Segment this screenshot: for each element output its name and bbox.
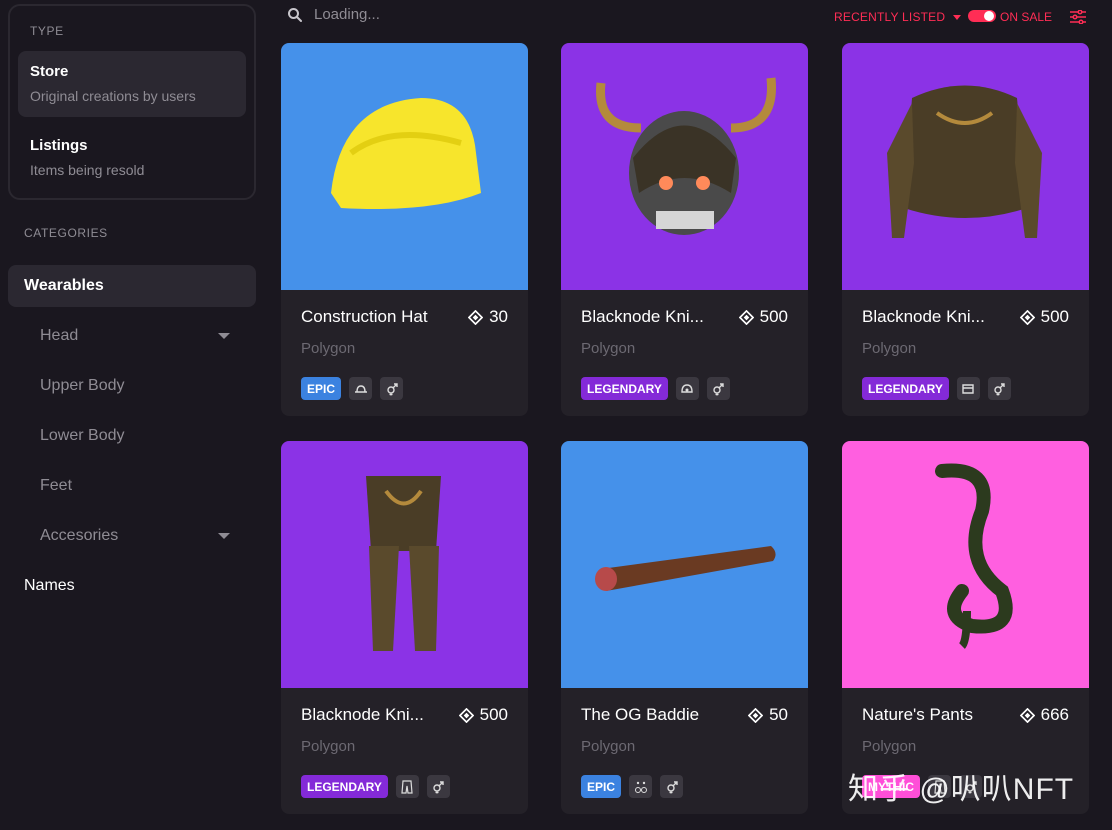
type-option-description: Items being resold — [30, 162, 145, 178]
category-lower-body[interactable]: Lower Body — [8, 415, 256, 457]
item-card[interactable]: Blacknode Kni... 500 Polygon LEGENDARY — [281, 441, 528, 814]
category-label: Accesories — [40, 527, 119, 544]
rarity-badge: EPIC — [581, 775, 622, 798]
item-name: Blacknode Kni... — [301, 705, 424, 724]
rarity-badge: LEGENDARY — [581, 377, 668, 400]
mana-icon — [738, 309, 754, 325]
mana-icon — [748, 707, 764, 723]
item-card[interactable]: Nature's Pants 666 Polygon MYTHIC — [842, 441, 1089, 814]
type-filter-box: TYPE Store Original creations by users L… — [8, 4, 256, 200]
item-price-value: 666 — [1040, 705, 1069, 724]
toggle-knob — [984, 11, 994, 21]
item-network: Polygon — [862, 340, 917, 357]
item-price-value: 500 — [759, 307, 788, 326]
item-price-value: 30 — [489, 307, 508, 326]
category-names[interactable]: Names — [8, 565, 256, 607]
lower-body-icon — [395, 775, 419, 798]
categories-section-title: CATEGORIES — [24, 226, 108, 240]
item-price: 500 — [738, 307, 788, 327]
earring-icon — [629, 775, 653, 798]
unisex-icon — [380, 377, 404, 400]
type-option-label: Store — [30, 63, 69, 80]
upper-body-icon — [956, 377, 980, 400]
rarity-badge: EPIC — [301, 377, 342, 400]
item-thumbnail — [842, 441, 1089, 688]
item-name: Blacknode Kni... — [862, 307, 985, 326]
category-wearables[interactable]: Wearables — [8, 265, 256, 307]
chevron-down-icon[interactable] — [218, 333, 230, 339]
type-option-listings[interactable]: Listings Items being resold — [18, 125, 246, 191]
hat-icon — [349, 377, 373, 400]
item-thumbnail — [561, 441, 808, 688]
item-thumbnail — [561, 43, 808, 290]
unisex-icon — [987, 377, 1011, 400]
item-badges: LEGENDARY — [301, 775, 450, 798]
sidebar: TYPE Store Original creations by users L… — [0, 0, 262, 830]
item-price-value: 500 — [479, 705, 508, 724]
item-thumbnail — [842, 43, 1089, 290]
top-bar: RECENTLY LISTED ON SALE — [280, 0, 1090, 32]
item-card[interactable]: Blacknode Kni... 500 Polygon LEGENDARY — [842, 43, 1089, 416]
item-thumbnail — [281, 43, 528, 290]
item-card[interactable]: Construction Hat 30 Polygon EPIC — [281, 43, 528, 416]
item-price: 50 — [748, 705, 788, 725]
rarity-badge: LEGENDARY — [301, 775, 388, 798]
type-section-title: TYPE — [30, 24, 64, 38]
category-feet[interactable]: Feet — [8, 465, 256, 507]
item-price: 500 — [458, 705, 508, 725]
item-price-value: 50 — [769, 705, 788, 724]
search-input[interactable] — [314, 2, 614, 26]
type-option-description: Original creations by users — [30, 88, 196, 104]
category-label: Names — [24, 577, 75, 594]
item-name: Construction Hat — [301, 307, 428, 326]
on-sale-label: ON SALE — [1000, 10, 1053, 24]
mana-icon — [468, 309, 484, 325]
item-network: Polygon — [301, 738, 356, 755]
category-label: Lower Body — [40, 427, 125, 444]
helmet-icon — [675, 377, 699, 400]
filter-sliders-icon[interactable] — [1070, 10, 1086, 24]
sort-label: RECENTLY LISTED — [834, 10, 946, 24]
category-label: Feet — [40, 477, 73, 494]
item-badges: EPIC — [301, 377, 404, 400]
category-label: Wearables — [24, 277, 104, 294]
chevron-down-icon — [953, 14, 962, 20]
unisex-icon — [706, 377, 730, 400]
item-price-value: 500 — [1040, 307, 1069, 326]
type-option-store[interactable]: Store Original creations by users — [18, 51, 246, 117]
item-network: Polygon — [862, 738, 917, 755]
mana-icon — [458, 707, 474, 723]
item-badges: LEGENDARY — [862, 377, 1011, 400]
category-upper-body[interactable]: Upper Body — [8, 365, 256, 407]
rarity-badge: LEGENDARY — [862, 377, 949, 400]
category-label: Upper Body — [40, 377, 125, 394]
item-network: Polygon — [301, 340, 356, 357]
item-thumbnail — [281, 441, 528, 688]
chevron-down-icon[interactable] — [218, 533, 230, 539]
item-price: 500 — [1019, 307, 1069, 327]
mana-icon — [1019, 707, 1035, 723]
type-option-label: Listings — [30, 137, 88, 154]
item-badges: EPIC — [581, 775, 684, 798]
item-card[interactable]: The OG Baddie 50 Polygon EPIC — [561, 441, 808, 814]
item-name: Blacknode Kni... — [581, 307, 704, 326]
item-network: Polygon — [581, 340, 636, 357]
item-price: 30 — [468, 307, 508, 327]
item-name: Nature's Pants — [862, 705, 973, 724]
sort-dropdown[interactable]: RECENTLY LISTED — [834, 10, 962, 24]
item-name: The OG Baddie — [581, 705, 700, 724]
unisex-icon — [660, 775, 684, 798]
category-head[interactable]: Head — [8, 315, 256, 357]
item-badges: LEGENDARY — [581, 377, 730, 400]
watermark: 知乎 @叭叭NFT — [848, 773, 1075, 806]
on-sale-toggle[interactable] — [968, 10, 996, 22]
search-icon — [288, 8, 302, 22]
category-label: Head — [40, 327, 79, 344]
item-network: Polygon — [581, 738, 636, 755]
item-price: 666 — [1019, 705, 1069, 725]
mana-icon — [1019, 309, 1035, 325]
category-accesories[interactable]: Accesories — [8, 515, 256, 557]
unisex-icon — [426, 775, 450, 798]
item-card[interactable]: Blacknode Kni... 500 Polygon LEGENDARY — [561, 43, 808, 416]
